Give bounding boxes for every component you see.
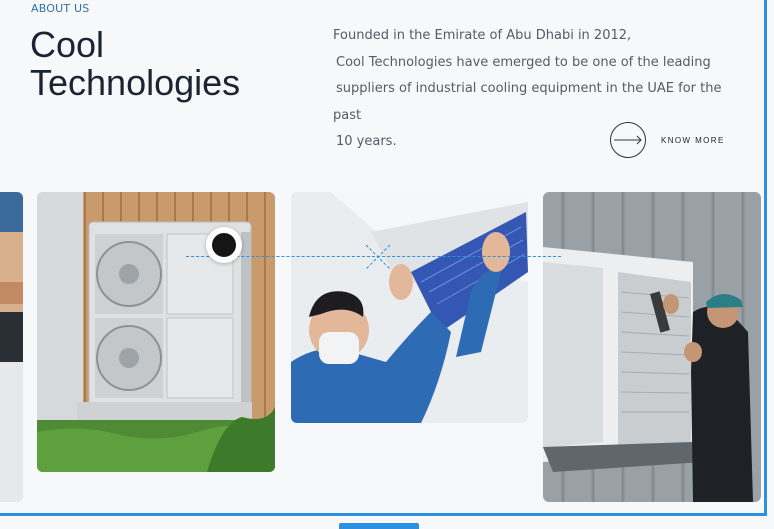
title-line-2: Technologies: [30, 62, 241, 103]
outdoor-heat-pump-image: [37, 192, 275, 472]
partial-hvac-image: [0, 192, 23, 502]
title-line-1: Cool: [30, 24, 105, 65]
technician-servicing-outdoor-unit-image: [543, 192, 761, 502]
bottom-tab-handle[interactable]: [339, 523, 419, 529]
description-line-2: Cool Technologies have emerged to be one…: [336, 54, 711, 70]
technician-cleaning-ac-filter-image: [291, 192, 528, 423]
section-eyebrow: ABOUT US: [31, 2, 90, 15]
know-more-link[interactable]: KNOW MORE: [610, 121, 740, 159]
arrow-right-icon: [610, 122, 646, 158]
page-title: Cool Technologies: [30, 26, 240, 102]
crosshair-icon: [365, 244, 391, 270]
selection-frame-right: [764, 0, 767, 515]
hotspot-marker[interactable]: [206, 227, 242, 263]
description-line-1: Founded in the Emirate of Abu Dhabi in 2…: [333, 28, 632, 43]
description-line-3: suppliers of industrial cooling equipmen…: [333, 81, 722, 123]
know-more-label: KNOW MORE: [661, 135, 725, 145]
description-line-4: 10 years.: [336, 134, 397, 149]
hotspot-dot-icon: [212, 233, 236, 257]
selection-frame-bottom: [0, 513, 767, 516]
